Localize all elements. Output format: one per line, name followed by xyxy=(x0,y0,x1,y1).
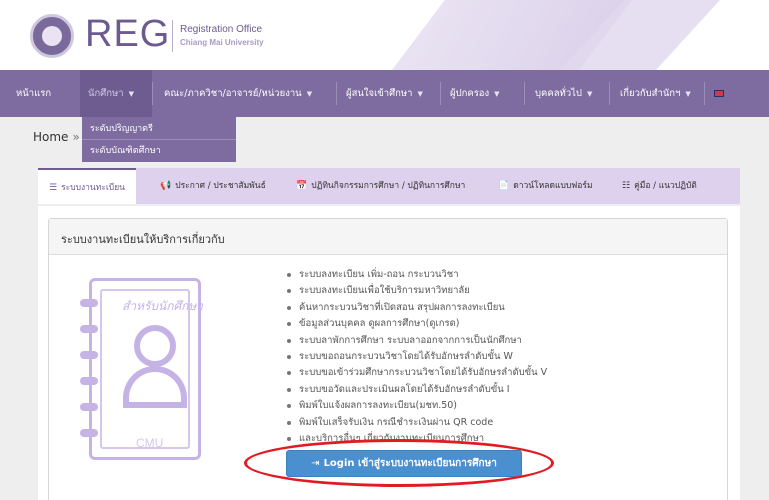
list-item: ระบบลงทะเบียน เพิ่ม-ถอน กระบวนวิชา xyxy=(287,267,727,283)
nav-item-prospective[interactable]: ผู้สนใจเข้าศึกษา ▼ xyxy=(346,70,423,117)
nav-item-students[interactable]: นักศึกษา ▼ xyxy=(80,70,152,117)
list-item: ระบบลงทะเบียนเพื่อใช้บริการมหาวิทยาลัย xyxy=(287,283,727,299)
megaphone-icon: 📢 xyxy=(160,181,172,191)
notebook-ring xyxy=(80,377,98,385)
illustration-label: สำหรับนักศึกษา xyxy=(122,299,204,313)
list-item: และบริการอื่นๆ เกี่ยวกับงานทะเบียนการศึก… xyxy=(287,431,727,447)
page: REG Registration Office Chiang Mai Unive… xyxy=(0,0,769,500)
chevron-down-icon: ▼ xyxy=(685,90,691,98)
tab-download-forms[interactable]: 📄 ดาวน์โหลดแบบฟอร์ม xyxy=(498,168,593,204)
tab-bar: ☰ ระบบงานทะเบียน 📢 ประกาศ / ประชาสัมพันธ์ … xyxy=(38,168,740,204)
nav-item-label: คณะ/ภาควิชา/อาจารย์/หน่วยงาน xyxy=(164,88,302,99)
list-item: ระบบขอเข้าร่วมศึกษากระบวนวิชาโดยได้รับอั… xyxy=(287,365,727,381)
list-icon: ☷ xyxy=(622,181,631,191)
office-name: Registration Office xyxy=(180,24,263,35)
breadcrumb: Home » xyxy=(33,130,80,144)
university-seal-logo[interactable] xyxy=(30,14,74,58)
service-list: ระบบลงทะเบียน เพิ่ม-ถอน กระบวนวิชา ระบบล… xyxy=(287,267,727,447)
calendar-icon: 📅 xyxy=(296,181,308,191)
chevron-down-icon: ▼ xyxy=(128,90,135,98)
chevron-down-icon: ▼ xyxy=(494,90,500,98)
login-button-wrapper: ⇥ Login เข้าสู่ระบบงานทะเบียนการศึกษา xyxy=(286,450,522,477)
main-nav: หน้าแรก นักศึกษา ▼ คณะ/ภาควิชา/อาจารย์/หน… xyxy=(0,70,769,117)
service-card-title: ระบบงานทะเบียนให้บริการเกี่ยวกับ xyxy=(61,233,225,246)
person-head-icon xyxy=(134,325,176,367)
notebook-ring xyxy=(80,325,98,333)
site-header: REG Registration Office Chiang Mai Unive… xyxy=(0,0,769,70)
chevron-down-icon: ▼ xyxy=(417,90,423,98)
nav-item-general-public[interactable]: บุคคลทั่วไป ▼ xyxy=(535,70,592,117)
nav-separator xyxy=(440,82,441,105)
notebook-ring xyxy=(80,429,98,437)
nav-item-about[interactable]: เกี่ยวกับสำนักฯ ▼ xyxy=(620,70,691,117)
uk-flag-icon[interactable] xyxy=(714,90,724,97)
dropdown-item-undergraduate[interactable]: ระดับปริญญาตรี xyxy=(90,118,153,140)
nav-item-label: หน้าแรก xyxy=(16,88,52,99)
tab-label: ปฏิทินกิจกรรมการศึกษา / ปฏิทินการศึกษา xyxy=(311,181,466,191)
nav-item-label: ผู้ปกครอง xyxy=(450,88,490,99)
dropdown-divider xyxy=(82,139,236,140)
tab-label: ดาวน์โหลดแบบฟอร์ม xyxy=(513,181,593,191)
notebook-ring xyxy=(80,299,98,307)
sign-in-icon: ⇥ xyxy=(311,458,320,469)
illustration-footer: CMU xyxy=(136,436,164,450)
stack-icon: ☰ xyxy=(49,183,58,193)
nav-separator xyxy=(704,82,705,105)
login-button[interactable]: ⇥ Login เข้าสู่ระบบงานทะเบียนการศึกษา xyxy=(286,450,522,477)
list-item: พิมพ์ใบเสร็จรับเงิน กรณีชำระเงินผ่าน QR … xyxy=(287,415,727,431)
breadcrumb-separator: » xyxy=(72,130,80,144)
nav-separator xyxy=(524,82,525,105)
tab-academic-calendar[interactable]: 📅 ปฏิทินกิจกรรมการศึกษา / ปฏิทินการศึกษา xyxy=(296,168,465,204)
nav-item-faculty[interactable]: คณะ/ภาควิชา/อาจารย์/หน่วยงาน ▼ xyxy=(164,70,312,117)
dropdown-item-graduate[interactable]: ระดับบัณฑิตศึกษา xyxy=(90,140,161,162)
tab-label: คู่มือ / แนวปฏิบัติ xyxy=(634,181,697,191)
nav-item-label: บุคคลทั่วไป xyxy=(535,88,582,99)
tab-registration-system[interactable]: ☰ ระบบงานทะเบียน xyxy=(38,168,136,204)
logo-divider xyxy=(172,20,173,52)
nav-item-label: เกี่ยวกับสำนักฯ xyxy=(620,88,681,99)
nav-item-label: นักศึกษา xyxy=(88,88,124,99)
tab-label: ระบบงานทะเบียน xyxy=(61,183,125,193)
tab-manuals[interactable]: ☷ คู่มือ / แนวปฏิบัติ xyxy=(622,168,697,204)
list-item: ระบบขอวัดและประเมินผลโดยได้รับอักษรลำดับ… xyxy=(287,382,727,398)
service-card-header: ระบบงานทะเบียนให้บริการเกี่ยวกับ xyxy=(49,219,727,255)
nav-separator xyxy=(336,82,337,105)
person-base-icon xyxy=(123,402,187,408)
logo-text[interactable]: REG xyxy=(85,12,170,56)
chevron-down-icon: ▼ xyxy=(306,90,313,98)
tab-announcements[interactable]: 📢 ประกาศ / ประชาสัมพันธ์ xyxy=(160,168,266,204)
breadcrumb-home[interactable]: Home xyxy=(33,130,68,144)
list-item: ระบบลาพักการศึกษา ระบบลาออกจากการเป็นนัก… xyxy=(287,333,727,349)
university-name: Chiang Mai University xyxy=(180,38,264,47)
list-item: พิมพ์ใบแจ้งผลการลงทะเบียน(มชท.50) xyxy=(287,398,727,414)
nav-item-label: ผู้สนใจเข้าศึกษา xyxy=(346,88,413,99)
list-item: ข้อมูลส่วนบุคคล ดูผลการศึกษา(ดูเกรด) xyxy=(287,316,727,332)
nav-separator xyxy=(609,82,610,105)
file-icon: 📄 xyxy=(498,181,510,191)
nav-separator xyxy=(152,82,153,105)
list-item: ค้นหากระบวนวิชาที่เปิดสอน สรุปผลการลงทะเ… xyxy=(287,300,727,316)
chevron-down-icon: ▼ xyxy=(586,90,593,98)
list-item: ระบบขอถอนกระบวนวิชาโดยได้รับอักษรลำดับขั… xyxy=(287,349,727,365)
nav-item-parents[interactable]: ผู้ปกครอง ▼ xyxy=(450,70,500,117)
notebook-ring xyxy=(80,351,98,359)
tab-label: ประกาศ / ประชาสัมพันธ์ xyxy=(175,181,266,191)
nav-item-home[interactable]: หน้าแรก xyxy=(16,70,51,117)
notebook-ring xyxy=(80,403,98,411)
login-button-label: Login เข้าสู่ระบบงานทะเบียนการศึกษา xyxy=(323,458,497,469)
